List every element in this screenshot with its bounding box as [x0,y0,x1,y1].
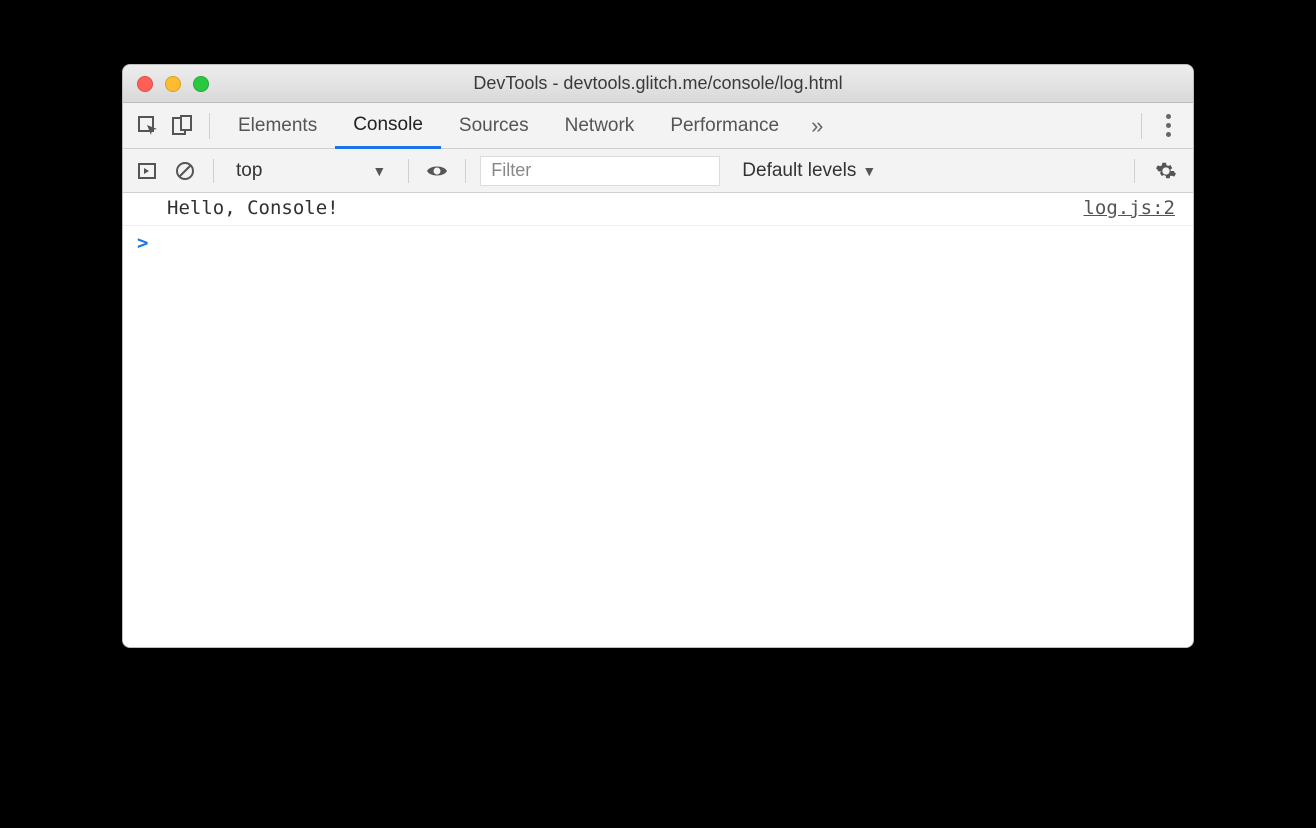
execution-context-select[interactable]: top ▼ [228,158,394,184]
minimize-window-button[interactable] [165,76,181,92]
log-message: Hello, Console! [167,197,1083,219]
divider [408,159,409,183]
console-settings-icon[interactable] [1149,160,1183,182]
console-prompt[interactable]: > [123,226,1193,260]
device-toolbar-icon[interactable] [165,109,199,143]
divider [1134,159,1135,183]
tab-sources[interactable]: Sources [441,103,547,149]
log-source-link[interactable]: log.js:2 [1083,197,1179,219]
console-log-row: Hello, Console! log.js:2 [123,193,1193,226]
live-expression-icon[interactable] [423,157,451,185]
divider [213,159,214,183]
context-label: top [236,160,262,182]
log-levels-select[interactable]: Default levels ▼ [742,160,876,182]
divider [1141,113,1142,139]
tab-performance[interactable]: Performance [652,103,797,149]
tab-elements[interactable]: Elements [220,103,335,149]
chevron-down-icon: ▼ [862,163,876,179]
console-output: Hello, Console! log.js:2 > [123,193,1193,647]
tab-network[interactable]: Network [547,103,653,149]
window-title: DevTools - devtools.glitch.me/console/lo… [123,73,1193,94]
titlebar: DevTools - devtools.glitch.me/console/lo… [123,65,1193,103]
prompt-chevron-icon: > [137,232,148,254]
tab-console[interactable]: Console [335,103,441,149]
clear-console-icon[interactable] [171,157,199,185]
traffic-lights [137,76,209,92]
settings-menu-icon[interactable] [1152,114,1185,137]
chevron-down-icon: ▼ [372,163,386,179]
more-tabs-icon[interactable]: » [797,113,837,139]
levels-label: Default levels [742,160,856,182]
filter-input[interactable] [480,156,720,186]
inspect-element-icon[interactable] [131,109,165,143]
zoom-window-button[interactable] [193,76,209,92]
divider [209,113,210,139]
close-window-button[interactable] [137,76,153,92]
divider [465,159,466,183]
panel-tabbar: Elements Console Sources Network Perform… [123,103,1193,149]
toggle-sidebar-icon[interactable] [133,157,161,185]
console-toolbar: top ▼ Default levels ▼ [123,149,1193,193]
devtools-window: DevTools - devtools.glitch.me/console/lo… [122,64,1194,648]
